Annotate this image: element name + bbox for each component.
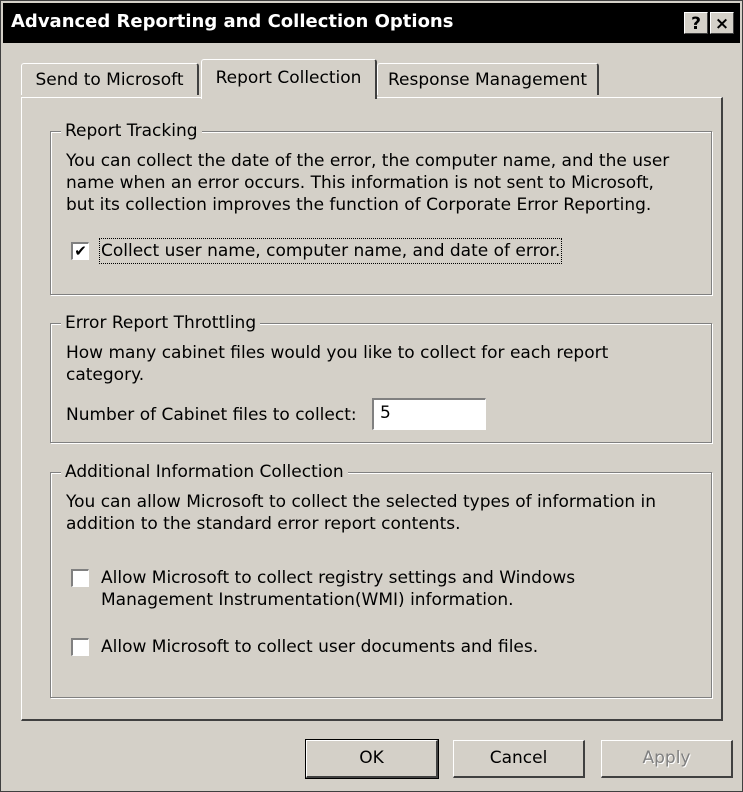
dialog-window: Advanced Reporting and Collection Option… xyxy=(0,0,743,792)
collect-user-info-label[interactable]: Collect user name, computer name, and da… xyxy=(98,238,563,264)
cabinet-files-input[interactable]: 5 xyxy=(372,398,486,430)
window-title: Advanced Reporting and Collection Option… xyxy=(11,11,454,32)
cancel-button[interactable]: Cancel xyxy=(453,740,585,778)
description-line: but its collection improves the function… xyxy=(66,195,652,215)
help-button[interactable]: ? xyxy=(684,12,708,34)
report-tracking-group: Report Tracking You can collect the date… xyxy=(50,121,712,295)
throttling-description: How many cabinet files would you like to… xyxy=(66,342,608,386)
checkmark-icon: ✔ xyxy=(74,242,87,260)
description-line: name when an error occurs. This informat… xyxy=(66,173,654,193)
additional-info-group: Additional Information Collection You ca… xyxy=(50,462,712,698)
option-line: Management Instrumentation(WMI) informat… xyxy=(101,590,514,610)
option-line: Allow Microsoft to collect registry sett… xyxy=(101,568,576,588)
close-icon: × xyxy=(714,14,730,34)
report-tracking-legend: Report Tracking xyxy=(61,121,202,141)
registry-wmi-checkbox[interactable] xyxy=(71,569,89,587)
help-icon: ? xyxy=(691,14,701,34)
tab-response-management[interactable]: Response Management xyxy=(377,63,599,95)
cabinet-files-label: Number of Cabinet files to collect: xyxy=(66,405,357,425)
title-bar[interactable]: Advanced Reporting and Collection Option… xyxy=(3,3,740,43)
ok-button[interactable]: OK xyxy=(305,739,439,779)
throttling-group: Error Report Throttling How many cabinet… xyxy=(50,313,712,443)
registry-wmi-label[interactable]: Allow Microsoft to collect registry sett… xyxy=(101,567,575,611)
description-line: category. xyxy=(66,365,145,385)
collect-user-info-checkbox[interactable]: ✔ xyxy=(71,242,89,260)
apply-button[interactable]: Apply xyxy=(601,740,733,778)
description-line: How many cabinet files would you like to… xyxy=(66,343,609,363)
user-documents-checkbox[interactable] xyxy=(71,638,89,656)
description-line: You can allow Microsoft to collect the s… xyxy=(66,492,657,512)
additional-info-description: You can allow Microsoft to collect the s… xyxy=(66,491,656,535)
user-documents-label[interactable]: Allow Microsoft to collect user document… xyxy=(101,636,538,658)
description-line: addition to the standard error report co… xyxy=(66,514,461,534)
throttling-legend: Error Report Throttling xyxy=(61,313,261,333)
description-line: You can collect the date of the error, t… xyxy=(66,151,670,171)
tab-panel: Report Tracking You can collect the date… xyxy=(21,97,723,721)
tab-send-to-microsoft[interactable]: Send to Microsoft xyxy=(21,63,199,95)
close-button[interactable]: × xyxy=(710,12,734,34)
additional-info-legend: Additional Information Collection xyxy=(61,462,348,482)
tab-report-collection[interactable]: Report Collection xyxy=(201,59,377,99)
report-tracking-description: You can collect the date of the error, t… xyxy=(66,150,669,216)
